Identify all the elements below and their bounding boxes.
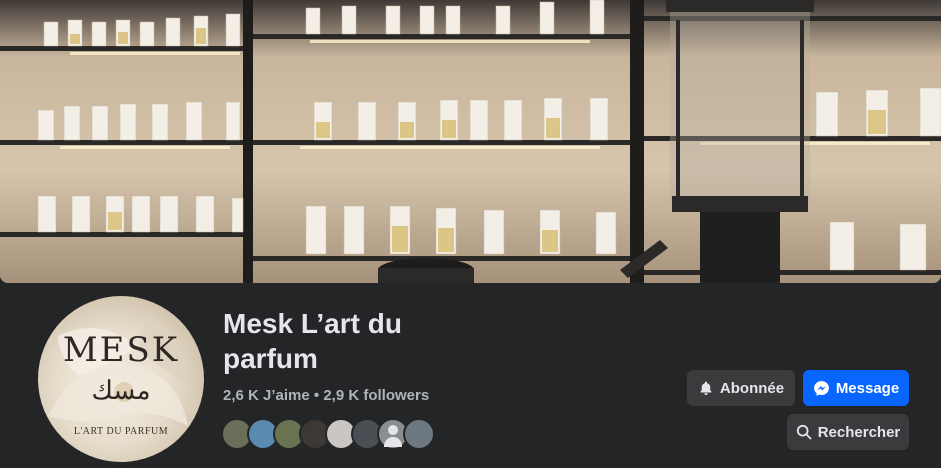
search-icon [796, 424, 812, 440]
likes-count[interactable]: 2,6 K J’aime [223, 387, 310, 404]
follower-avatar[interactable] [403, 418, 435, 450]
cover-photo[interactable] [0, 0, 941, 283]
avatar-arabic-text: مسك [91, 376, 151, 406]
search-button[interactable]: Rechercher [787, 414, 909, 450]
following-button-label: Abonnée [719, 379, 785, 397]
cover-photo-shelves [0, 0, 941, 283]
followers-count[interactable]: 2,9 K followers [323, 387, 429, 404]
page-title: Mesk L’art du parfum [223, 308, 402, 374]
stats-separator: • [309, 387, 324, 404]
following-button[interactable]: Abonnée [687, 370, 795, 406]
message-button[interactable]: Message [803, 370, 909, 406]
messenger-icon [813, 380, 830, 397]
search-button-label: Rechercher [817, 423, 901, 441]
bell-icon [698, 380, 714, 396]
page-stats: 2,6 K J’aime • 2,9 K followers [223, 387, 429, 404]
follower-avatars [221, 418, 435, 450]
avatar-brand-text: MESK [62, 330, 180, 370]
message-button-label: Message [835, 379, 900, 397]
avatar-tagline: L'ART DU PARFUM [73, 426, 169, 437]
profile-avatar[interactable]: MESK مسك L'ART DU PARFUM [38, 296, 204, 462]
